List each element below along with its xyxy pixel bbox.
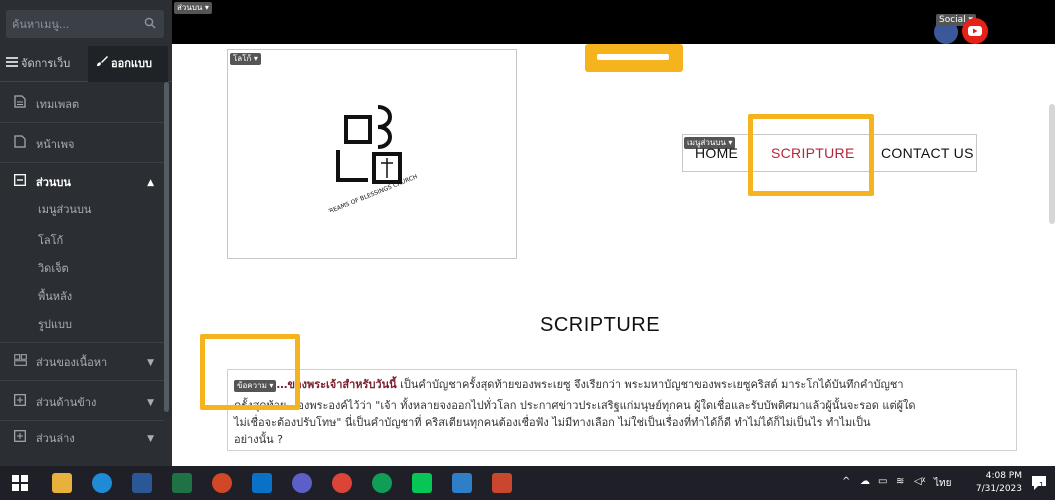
sidebar-item-label: ส่วนล่าง [36,432,75,445]
church-logo: STREAMS OF BLESSINGS CHURCH [328,105,419,212]
section-tag[interactable]: ส่วนบน ▾ [174,2,212,14]
sidebar-item-header[interactable]: ส่วนบน ▲ [0,170,164,196]
clock[interactable]: 4:08 PM 7/31/2023 [972,470,1022,496]
windows-start-icon[interactable] [12,475,28,491]
chrome-icon[interactable] [332,473,352,493]
divider [0,122,164,123]
wifi-icon[interactable]: ≋ [896,476,904,487]
tab-manage[interactable]: จัดการเว็บ [6,46,84,82]
chevron-down-icon: ▼ [147,358,154,368]
sidebar-item-label: หน้าเพจ [36,138,75,151]
layout-icon [14,350,28,376]
sidebar: จัดการเว็บ ออกแบบ เทมเพลต หน้าเพจ ส่วนบน… [0,0,172,466]
menu-contact-us[interactable]: CONTACT US [881,145,974,161]
sidebar-item-template[interactable]: เทมเพลต [0,92,164,118]
divider [0,162,164,163]
photos-icon[interactable] [452,473,472,493]
sidebar-item-label: ส่วนบน [36,176,71,189]
sidebar-tabs: จัดการเว็บ ออกแบบ [0,46,172,82]
text-block[interactable]: ข้อความ ▾ …ของพระเจ้าสำหรับวันนี้ เป็นคำบ… [227,369,1017,451]
list-icon [6,46,18,82]
logo-block[interactable]: โลโก้ ▾ STREAMS OF BLESSINGS CHURCH [227,49,517,259]
divider [0,342,164,343]
battery-icon[interactable]: ▭ [878,476,887,487]
highlight-box [748,114,874,196]
search-icon[interactable] [144,17,156,29]
clock-date: 7/31/2023 [975,484,1022,494]
sidebar-item-footer[interactable]: ส่วนล่าง ▼ [0,426,164,452]
chevron-down-icon: ▼ [147,398,154,408]
sidebar-item-label: ส่วนด้านข้าง [36,396,97,409]
sidebar-subitem-logo[interactable]: โลโก้ [38,231,63,251]
sidebar-item-side[interactable]: ส่วนด้านข้าง ▼ [0,390,164,416]
word-icon[interactable] [132,473,152,493]
header-bar: ส่วนบน ▾ Social ▾ [172,0,1055,44]
sidebar-item-label: เทมเพลต [36,98,80,111]
minus-square-icon [14,170,28,196]
taskbar: ^ ☁ ▭ ≋ ◁ᵡ ไทย 4:08 PM 7/31/2023 1 [0,466,1055,500]
brush-icon [96,46,108,82]
edge-icon[interactable] [92,473,112,493]
clock-time: 4:08 PM [985,471,1022,481]
tab-design[interactable]: ออกแบบ [88,46,168,82]
chevron-up-icon: ▲ [147,178,154,188]
divider [0,420,164,421]
powerpoint-icon[interactable] [212,473,232,493]
line-icon[interactable] [412,473,432,493]
page-scrollbar[interactable] [1049,104,1055,224]
youtube-icon[interactable] [962,18,988,44]
file-icon [14,92,28,118]
text-line-1: เป็นคำบัญชาครั้งสุดท้ายของพระเยซู จึงเรี… [396,378,904,391]
search-box [6,10,164,38]
language-indicator[interactable]: ไทย [934,476,951,491]
page-title: SCRIPTURE [540,314,661,336]
sidebar-subitem-top-menu[interactable]: เมนูส่วนบน [38,200,91,220]
snipping-tool-icon[interactable] [492,473,512,493]
notification-icon[interactable]: 1 [1030,474,1048,492]
sidebar-item-content[interactable]: ส่วนของเนื้อหา ▼ [0,350,164,376]
logo-tag[interactable]: โลโก้ ▾ [230,53,261,65]
sidebar-item-pages[interactable]: หน้าเพจ [0,132,164,158]
highlight-marker [585,44,683,72]
tab-manage-label: จัดการเว็บ [21,57,71,70]
divider [0,380,164,381]
sidebar-item-label: ส่วนของเนื้อหา [36,356,108,369]
notification-count: 1 [1039,481,1045,490]
tab-design-label: ออกแบบ [111,57,152,70]
search-input[interactable] [6,10,131,38]
plus-square-icon [14,390,28,416]
highlight-box [200,334,300,410]
chevron-down-icon: ▼ [147,434,154,444]
page-icon [14,132,28,158]
volume-icon[interactable]: ◁ᵡ [914,476,925,487]
sidebar-subitem-widget[interactable]: วิดเจ็ต [38,259,69,279]
page-canvas: โลโก้ ▾ STREAMS OF BLESSINGS CHURCH เมนู… [172,44,1055,466]
menu-home[interactable]: HOME [695,145,738,161]
excel-icon[interactable] [172,473,192,493]
teams-icon[interactable] [292,473,312,493]
cloud-icon[interactable]: ☁ [860,476,870,487]
sidebar-subitem-style[interactable]: รูปแบบ [38,315,72,335]
sidebar-subitem-background[interactable]: พื้นหลัง [38,287,72,307]
chevron-up-icon[interactable]: ^ [842,476,850,487]
outlook-icon[interactable] [252,473,272,493]
chrome-profile-icon[interactable] [372,473,392,493]
file-explorer-icon[interactable] [52,473,72,493]
plus-square-icon [14,426,28,452]
sidebar-scrollbar[interactable] [164,82,169,412]
